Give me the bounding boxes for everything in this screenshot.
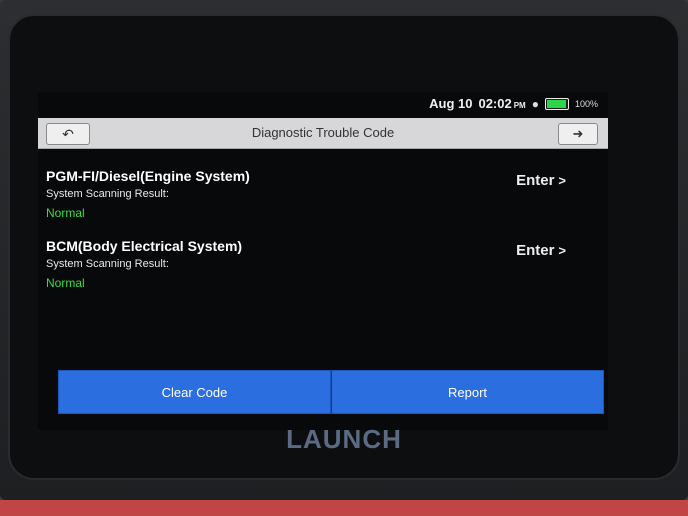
time-value: 02:02	[478, 96, 512, 111]
system-item-engine[interactable]: PGM-FI/Diesel(Engine System) System Scan…	[46, 168, 586, 220]
status-bar: Aug 10 02:02 PM ● 100%	[38, 92, 608, 116]
chevron-right-icon: >	[558, 173, 566, 188]
enter-label: Enter	[516, 242, 555, 259]
system-name: PGM-FI/Diesel(Engine System)	[46, 168, 250, 184]
title-bar: ↶ Diagnostic Trouble Code ➜	[38, 118, 608, 149]
time-ampm: PM	[513, 101, 526, 110]
status-date: Aug 10	[429, 96, 473, 111]
page-title: Diagnostic Trouble Code	[251, 125, 395, 140]
action-bar: Clear Code Report	[58, 370, 604, 414]
chevron-right-icon: >	[558, 243, 566, 258]
system-name: BCM(Body Electrical System)	[46, 238, 243, 254]
system-scan-result: Normal	[46, 276, 85, 290]
system-scan-label: System Scanning Result:	[46, 258, 169, 270]
battery-fill	[546, 99, 566, 108]
status-right: Aug 10 02:02 PM ● 100%	[429, 96, 598, 111]
status-time: 02:02 PM	[478, 96, 525, 111]
exit-button[interactable]: ➜	[558, 123, 598, 145]
wifi-icon: ●	[531, 96, 539, 111]
enter-button[interactable]: Enter >	[516, 242, 566, 259]
launch-logo: LAUNCH	[286, 424, 402, 454]
report-button[interactable]: Report	[331, 370, 604, 414]
table-surface	[0, 500, 688, 516]
clear-code-button[interactable]: Clear Code	[58, 370, 331, 414]
battery-icon	[544, 97, 569, 110]
enter-button[interactable]: Enter >	[516, 172, 566, 189]
system-item-body-electrical[interactable]: BCM(Body Electrical System) System Scann…	[46, 238, 586, 290]
battery-percent: 100%	[574, 98, 598, 109]
enter-label: Enter	[516, 172, 555, 189]
system-scan-label: System Scanning Result:	[46, 188, 169, 200]
system-scan-result: Normal	[46, 206, 85, 220]
exit-icon: ➜	[572, 126, 584, 141]
